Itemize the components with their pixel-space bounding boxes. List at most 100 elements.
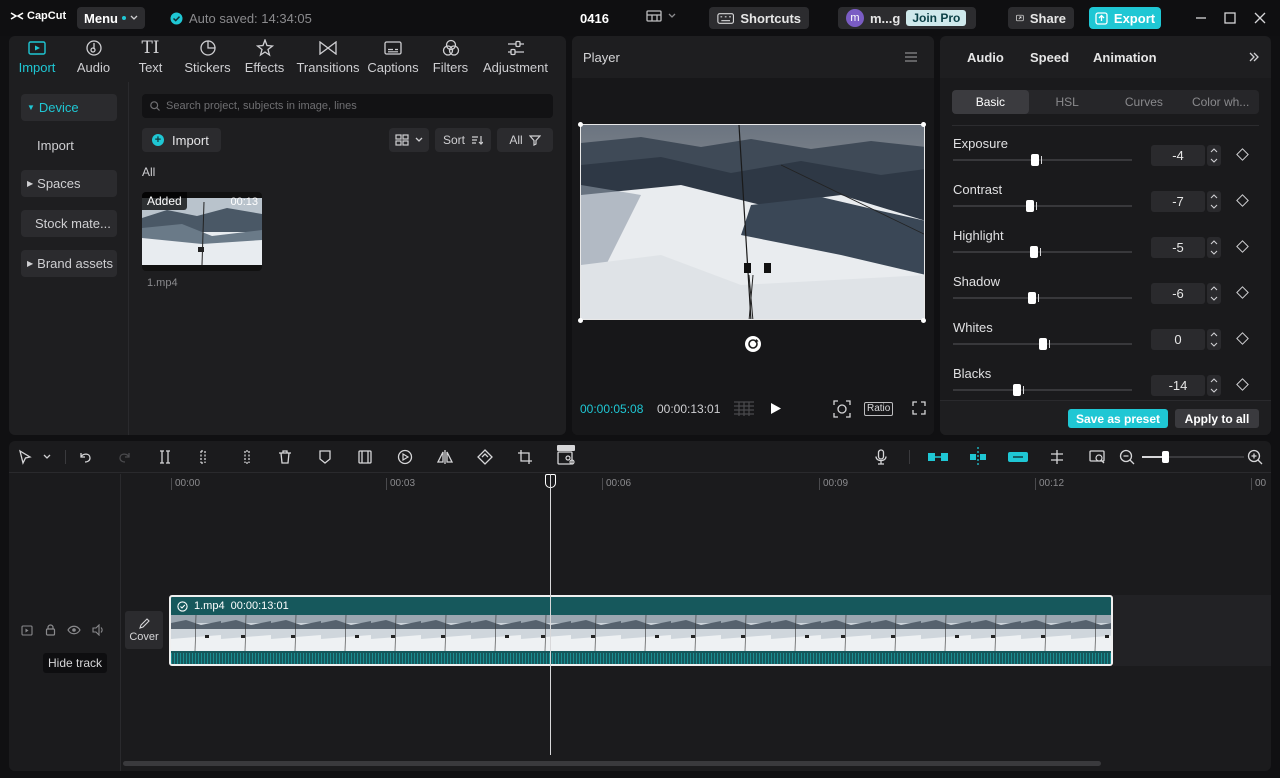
adjust-slider-knob[interactable]: [1026, 200, 1034, 212]
view-mode-button[interactable]: [389, 128, 429, 152]
video-clip[interactable]: 1.mp4 00:00:13:01: [169, 595, 1113, 666]
tab-import[interactable]: Import: [9, 36, 65, 78]
adjust-value-input[interactable]: -6: [1151, 283, 1205, 304]
chevron-down-icon[interactable]: [1210, 342, 1218, 348]
adjust-stepper[interactable]: [1207, 145, 1221, 166]
sidebar-item-brand-assets[interactable]: ▶ Brand assets: [21, 250, 117, 277]
timeline-scrollbar[interactable]: [123, 761, 1101, 766]
adjust-value-input[interactable]: -4: [1151, 145, 1205, 166]
chevron-down-icon[interactable]: [1210, 388, 1218, 394]
rotate-clip-icon[interactable]: [477, 449, 493, 465]
chevron-up-icon[interactable]: [1210, 147, 1218, 153]
crop-handle[interactable]: [921, 318, 926, 323]
crop-handle[interactable]: [578, 318, 583, 323]
tab-audio[interactable]: Audio: [65, 36, 122, 78]
filter-button[interactable]: All: [497, 128, 553, 152]
adjust-slider-track[interactable]: [953, 205, 1132, 207]
double-chevron-right-icon[interactable]: [1248, 51, 1260, 63]
adjust-value-input[interactable]: -14: [1151, 375, 1205, 396]
fullscreen-icon[interactable]: [912, 401, 926, 415]
subtab-basic[interactable]: Basic: [952, 90, 1029, 114]
tab-transitions[interactable]: Transitions: [293, 36, 363, 78]
media-search-input[interactable]: Search project, subjects in image, lines: [142, 94, 553, 118]
subtab-curves[interactable]: Curves: [1106, 90, 1183, 114]
user-button[interactable]: m m...g Join Pro: [838, 7, 976, 29]
chevron-up-icon[interactable]: [1210, 239, 1218, 245]
adjust-slider-track[interactable]: [953, 159, 1132, 161]
zoom-in-icon[interactable]: [1247, 449, 1263, 465]
tab-animation[interactable]: Animation: [1093, 50, 1157, 65]
split-left-icon[interactable]: [197, 449, 213, 465]
chevron-down-icon[interactable]: [1210, 158, 1218, 164]
lock-icon[interactable]: [45, 624, 56, 636]
adjust-value-input[interactable]: 0: [1151, 329, 1205, 350]
zoom-out-icon[interactable]: [1119, 449, 1135, 465]
join-pro-badge[interactable]: Join Pro: [906, 10, 967, 26]
marker-icon[interactable]: [317, 449, 333, 465]
playhead[interactable]: [550, 474, 551, 755]
crop-handle[interactable]: [578, 122, 583, 127]
crop-icon[interactable]: [517, 449, 533, 465]
sidebar-item-import[interactable]: Import: [21, 132, 117, 159]
keyframe-diamond-icon[interactable]: [1236, 194, 1249, 207]
adjust-slider-track[interactable]: [953, 251, 1132, 253]
zoom-to-fit-icon[interactable]: [1089, 449, 1105, 465]
timeline-grid-icon[interactable]: [733, 401, 755, 417]
adjust-value-input[interactable]: -7: [1151, 191, 1205, 212]
preview-axis-icon[interactable]: [1049, 449, 1065, 465]
sidebar-item-stock-material[interactable]: Stock mate...: [21, 210, 117, 237]
keyframe-diamond-icon[interactable]: [1236, 378, 1249, 391]
layout-button[interactable]: [646, 10, 676, 22]
tab-stickers[interactable]: Stickers: [179, 36, 236, 78]
apply-to-all-button[interactable]: Apply to all: [1175, 409, 1259, 428]
linkage-icon[interactable]: [1007, 448, 1029, 466]
tab-speed[interactable]: Speed: [1030, 50, 1069, 65]
tab-audio[interactable]: Audio: [967, 50, 1004, 65]
subtab-hsl[interactable]: HSL: [1029, 90, 1106, 114]
rotate-icon[interactable]: [744, 335, 762, 353]
video-preview[interactable]: [580, 124, 925, 320]
split-icon[interactable]: [157, 449, 173, 465]
export-button[interactable]: Export: [1089, 7, 1161, 29]
reverse-icon[interactable]: [397, 449, 413, 465]
auto-snapping-icon[interactable]: [967, 446, 989, 468]
adjust-slider-track[interactable]: [953, 389, 1132, 391]
adjust-stepper[interactable]: [1207, 283, 1221, 304]
tab-effects[interactable]: Effects: [236, 36, 293, 78]
adjust-stepper[interactable]: [1207, 191, 1221, 212]
timeline-ruler[interactable]: 00:00 00:03 00:06 00:09 00:12 00: [121, 474, 1271, 494]
project-title[interactable]: 0416: [580, 11, 609, 26]
adjust-slider-knob[interactable]: [1031, 154, 1039, 166]
share-button[interactable]: Share: [1008, 7, 1074, 29]
chevron-down-icon[interactable]: [1210, 250, 1218, 256]
select-cursor-icon[interactable]: [17, 449, 33, 465]
keyframe-diamond-icon[interactable]: [1236, 148, 1249, 161]
cover-button[interactable]: Cover: [125, 611, 163, 649]
minimize-icon[interactable]: [1193, 10, 1209, 26]
menu-button[interactable]: Menu: [77, 7, 145, 29]
sort-button[interactable]: Sort: [435, 128, 491, 152]
adjust-slider-knob[interactable]: [1039, 338, 1047, 350]
keyframe-diamond-icon[interactable]: [1236, 332, 1249, 345]
chevron-down-icon[interactable]: [1210, 296, 1218, 302]
tab-captions[interactable]: Captions: [363, 36, 423, 78]
adjust-slider-knob[interactable]: [1013, 384, 1021, 396]
adjust-stepper[interactable]: [1207, 329, 1221, 350]
microphone-icon[interactable]: [873, 449, 889, 465]
fit-screen-icon[interactable]: [833, 400, 851, 418]
zoom-slider-knob[interactable]: [1162, 451, 1169, 463]
media-thumbnail[interactable]: Added 00:13: [142, 192, 262, 271]
keyframe-diamond-icon[interactable]: [1236, 240, 1249, 253]
tab-filters[interactable]: Filters: [423, 36, 478, 78]
sidebar-item-device[interactable]: ▼ Device: [21, 94, 117, 121]
chevron-up-icon[interactable]: [1210, 193, 1218, 199]
import-button[interactable]: + Import: [142, 128, 221, 152]
mirror-icon[interactable]: [437, 449, 453, 465]
adjust-value-input[interactable]: -5: [1151, 237, 1205, 258]
chevron-down-icon[interactable]: [43, 454, 51, 460]
adjust-slider-knob[interactable]: [1028, 292, 1036, 304]
sidebar-item-spaces[interactable]: ▶ Spaces: [21, 170, 117, 197]
adjust-stepper[interactable]: [1207, 375, 1221, 396]
delete-icon[interactable]: [277, 449, 293, 465]
maximize-icon[interactable]: [1222, 10, 1238, 26]
